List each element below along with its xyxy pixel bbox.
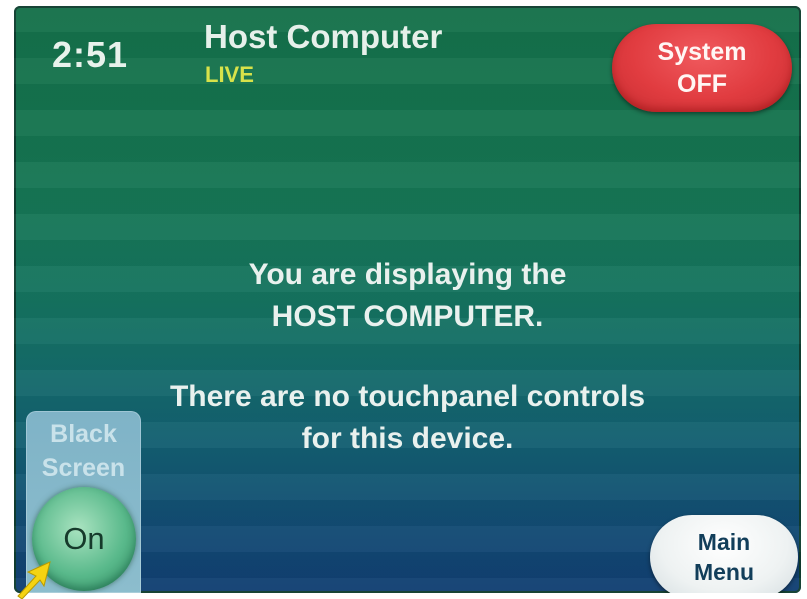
main-menu-label-line2: Menu [693, 559, 755, 585]
system-off-button[interactable]: System OFF [612, 24, 792, 112]
touch-panel-screen: 2:51 Host Computer LIVE System OFF You a… [14, 6, 801, 593]
system-off-label-line2: OFF [677, 70, 727, 98]
display-message: You are displaying the HOST COMPUTER. [14, 254, 801, 338]
black-screen-label-line1: Black [50, 420, 117, 448]
display-message-line1: You are displaying the [248, 258, 567, 291]
black-screen-label-line2: Screen [41, 454, 126, 482]
main-menu-label-line1: Main [697, 529, 751, 555]
clock: 2:51 [52, 34, 129, 75]
live-status: LIVE [205, 62, 254, 87]
arrow-pointer-icon [17, 561, 51, 599]
display-message-line2: HOST COMPUTER. [271, 300, 544, 333]
main-menu-button[interactable]: Main Menu [650, 515, 798, 593]
black-screen-label: Black Screen [26, 417, 141, 485]
system-off-label-line1: System [657, 38, 747, 66]
source-title: Host Computer [204, 18, 443, 55]
